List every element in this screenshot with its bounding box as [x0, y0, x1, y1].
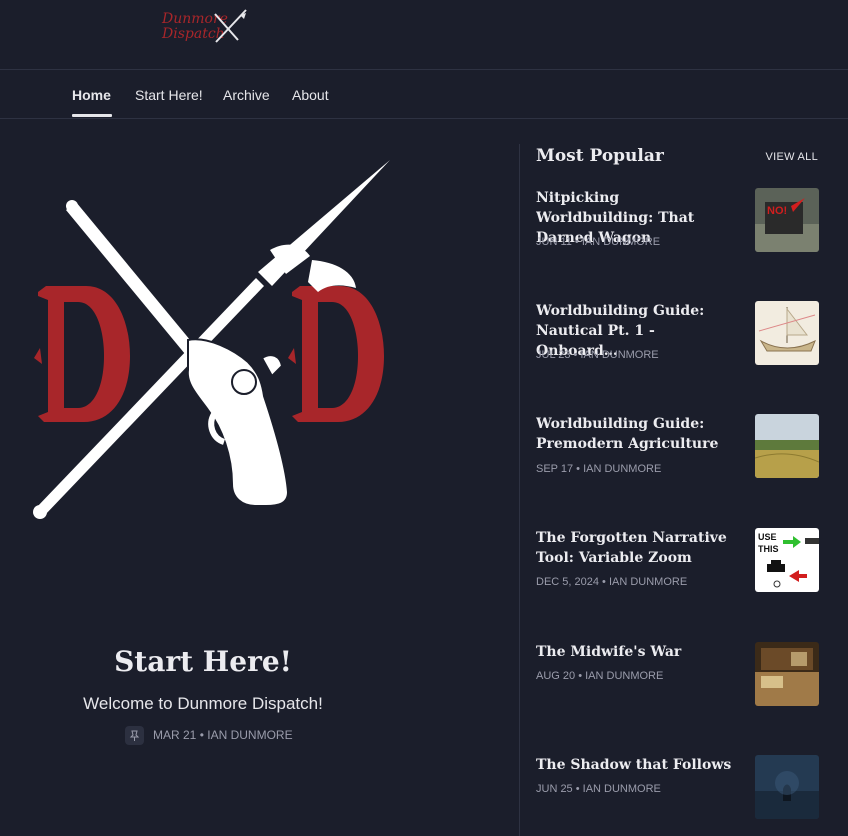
- popular-post-item[interactable]: The Shadow that Follows JUN 25 • IAN DUN…: [536, 755, 820, 819]
- view-all-link[interactable]: VIEW ALL: [765, 151, 818, 163]
- pin-icon: [125, 725, 144, 745]
- main-nav: Home Start Here! Archive About: [0, 70, 848, 119]
- svg-text:USE: USE: [758, 532, 777, 542]
- post-thumbnail[interactable]: [755, 301, 819, 365]
- nav-archive[interactable]: Archive: [223, 87, 270, 103]
- post-thumbnail[interactable]: [755, 642, 819, 706]
- hero-meta: MAR 21 • IAN DUNMORE: [125, 725, 293, 745]
- popular-post-item[interactable]: Worldbuilding Guide: Nautical Pt. 1 - On…: [536, 301, 820, 365]
- site-logo[interactable]: Dunmore Dispatch: [160, 6, 252, 46]
- hero-subtitle: Welcome to Dunmore Dispatch!: [83, 694, 323, 713]
- nav-start-here[interactable]: Start Here!: [135, 87, 203, 103]
- letter-d-left: [34, 286, 130, 422]
- hero-image[interactable]: [0, 152, 440, 532]
- post-meta: JUL 23 • IAN DUNMORE: [536, 349, 659, 361]
- post-thumbnail[interactable]: [755, 414, 819, 478]
- post-thumbnail[interactable]: NO!: [755, 188, 819, 252]
- post-meta: SEP 17 • IAN DUNMORE: [536, 463, 662, 475]
- svg-text:Dispatch: Dispatch: [161, 26, 225, 42]
- most-popular-heading: Most Popular: [536, 146, 664, 166]
- popular-post-item[interactable]: Worldbuilding Guide: Premodern Agricultu…: [536, 414, 820, 478]
- popular-post-item[interactable]: The Forgotten Narrative Tool: Variable Z…: [536, 528, 820, 592]
- post-meta: JUN 11 • IAN DUNMORE: [536, 236, 661, 248]
- post-title[interactable]: The Midwife's War: [536, 642, 736, 662]
- popular-post-item[interactable]: Nitpicking Worldbuilding: That Darned Wa…: [536, 188, 820, 252]
- letter-d-right: [288, 286, 384, 422]
- hero-title[interactable]: Start Here!: [0, 645, 406, 678]
- active-tab-indicator: [72, 114, 112, 117]
- nav-about[interactable]: About: [292, 87, 329, 103]
- post-title[interactable]: Worldbuilding Guide: Premodern Agricultu…: [536, 414, 736, 454]
- popular-post-item[interactable]: The Midwife's War AUG 20 • IAN DUNMORE: [536, 642, 820, 706]
- post-meta: AUG 20 • IAN DUNMORE: [536, 670, 664, 682]
- nav-home[interactable]: Home: [72, 87, 111, 103]
- svg-text:NO!: NO!: [767, 205, 787, 217]
- post-thumbnail[interactable]: USE THIS: [755, 528, 819, 592]
- svg-text:Dunmore: Dunmore: [161, 11, 228, 27]
- top-bar: Dunmore Dispatch: [0, 0, 848, 70]
- post-meta: DEC 5, 2024 • IAN DUNMORE: [536, 576, 688, 588]
- hero-author[interactable]: IAN DUNMORE: [207, 728, 292, 742]
- svg-text:THIS: THIS: [758, 544, 779, 554]
- sidebar-divider: [519, 144, 520, 836]
- post-title[interactable]: The Forgotten Narrative Tool: Variable Z…: [536, 528, 736, 568]
- flintlock-pistol: [186, 338, 290, 507]
- post-title[interactable]: The Shadow that Follows: [536, 755, 736, 775]
- hero-date: MAR 21: [153, 728, 197, 742]
- post-meta: JUN 25 • IAN DUNMORE: [536, 783, 661, 795]
- post-thumbnail[interactable]: [755, 755, 819, 819]
